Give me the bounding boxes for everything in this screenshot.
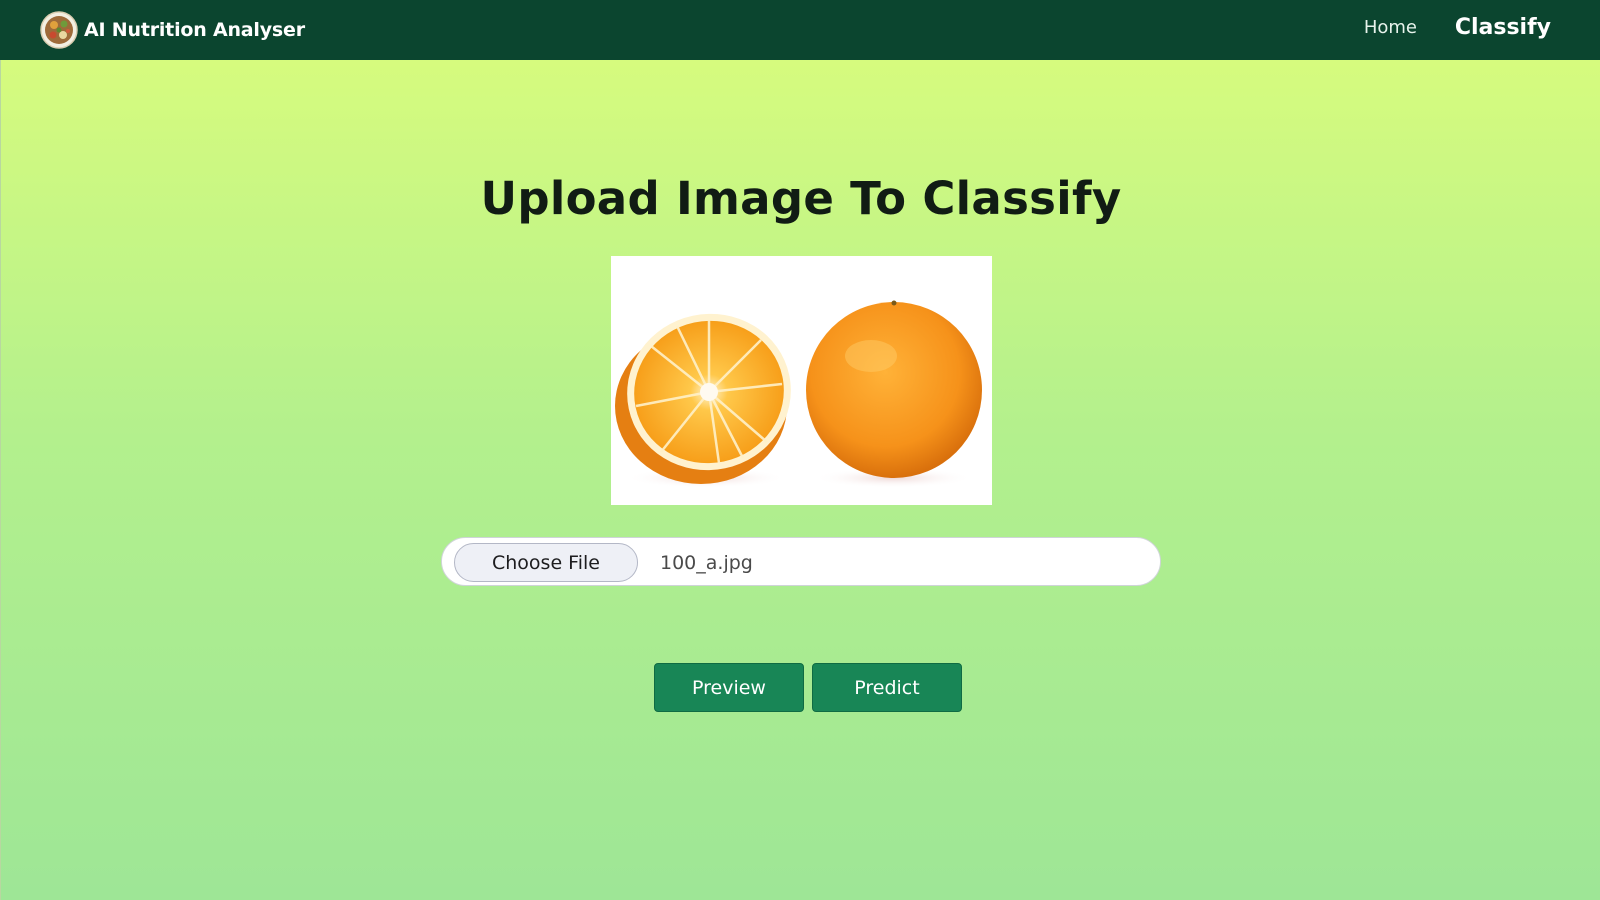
brand-title: AI Nutrition Analyser (84, 19, 305, 41)
selected-file-name: 100_a.jpg (660, 552, 753, 574)
orange-halves-photo (611, 256, 992, 505)
page-title: Upload Image To Classify (480, 172, 1122, 225)
nav-link-home[interactable]: Home (1364, 17, 1417, 38)
predict-button[interactable]: Predict (812, 663, 962, 712)
preview-button[interactable]: Preview (654, 663, 804, 712)
choose-file-button[interactable]: Choose File (454, 543, 638, 582)
brand[interactable]: AI Nutrition Analyser (40, 10, 305, 50)
main-content: Upload Image To Classify Choose File 100… (0, 60, 1600, 900)
nav-link-classify[interactable]: Classify (1455, 15, 1551, 40)
salad-bowl-icon (40, 11, 78, 49)
image-preview (611, 256, 992, 505)
top-navbar: AI Nutrition Analyser Home Classify (0, 0, 1600, 60)
file-input[interactable]: Choose File 100_a.jpg (441, 537, 1161, 586)
